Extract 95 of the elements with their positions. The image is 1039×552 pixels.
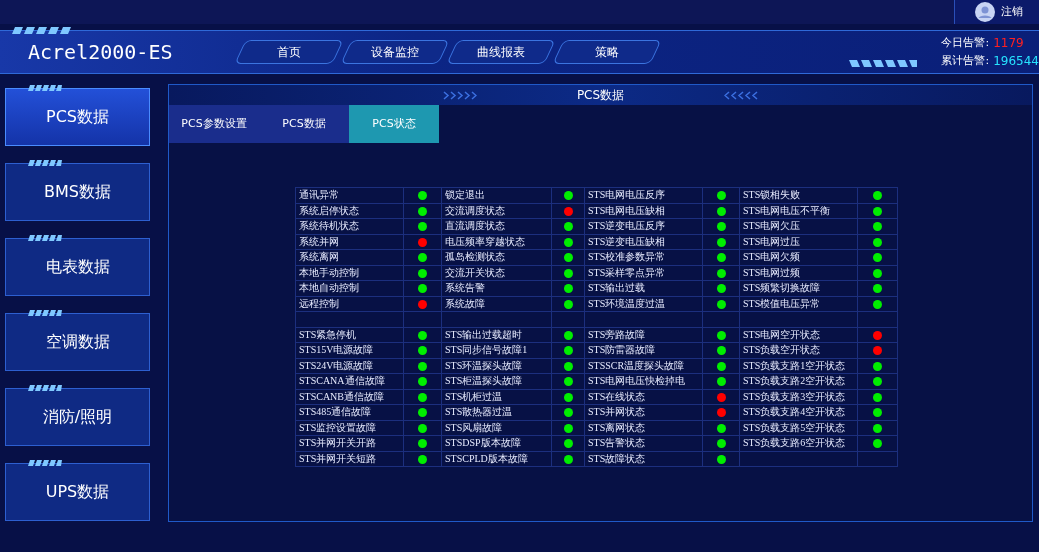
status-label: STSDSP版本故障 (445, 437, 521, 449)
status-label: STS告警状态 (588, 437, 646, 449)
sidebar-item[interactable]: 消防/照明 (5, 388, 150, 446)
chevrons-icon (724, 90, 759, 100)
status-label: STS并网状态 (588, 406, 646, 418)
tab[interactable]: PCS参数设置 (169, 105, 259, 143)
status-label: STS电网过压 (743, 235, 801, 247)
status-label: 系统并网 (299, 235, 339, 247)
stripes-icon (28, 85, 62, 91)
user-avatar-icon[interactable] (975, 2, 995, 22)
status-label: 交流调度状态 (445, 204, 505, 216)
status-label: STS同步信号故障1 (445, 344, 528, 356)
sidebar-item[interactable]: BMS数据 (5, 163, 150, 221)
status-label: 系统待机状态 (299, 220, 359, 232)
status-label: STS防雷器故障 (588, 344, 656, 356)
alarm-label: 累计告警: (941, 53, 990, 69)
status-label: STS输出过载超时 (445, 328, 523, 340)
status-label: 系统启停状态 (299, 204, 359, 216)
status-label: STS环温探头故障 (445, 359, 523, 371)
tab[interactable]: PCS数据 (259, 105, 349, 143)
status-label: STS电网欠频 (743, 251, 801, 263)
logout-link[interactable]: 注销 (1001, 3, 1023, 21)
sidebar-item[interactable]: 电表数据 (5, 238, 150, 296)
status-label: 直流调度状态 (445, 220, 505, 232)
sidebar-item[interactable]: 空调数据 (5, 313, 150, 371)
status-label: STS采样零点异常 (588, 266, 666, 278)
status-label: STS负载支路5空开状态 (743, 421, 846, 433)
status-label: 本地自动控制 (299, 282, 359, 294)
status-label: STSSCR温度探头故障 (588, 359, 685, 371)
app-title: Acrel2000-ES (27, 39, 174, 66)
status-label: STS离网状态 (588, 421, 646, 433)
status-label: STS并网开关开路 (299, 437, 377, 449)
status-label: STS负载支路2空开状态 (743, 375, 846, 387)
status-label: STS旁路故障 (588, 328, 646, 340)
status-label: 系统告警 (445, 282, 485, 294)
alarm-label: 今日告警: (941, 35, 990, 51)
status-label: STS机柜过温 (445, 390, 503, 402)
status-label: STS风扇故障 (445, 421, 503, 433)
status-label: STS负载支路1空开状态 (743, 359, 846, 371)
status-label: STS电网电压缺相 (588, 204, 666, 216)
status-label: STSCANA通信故障 (299, 375, 385, 387)
status-label: STS校准参数异常 (588, 251, 666, 263)
status-label: STS柜温探头故障 (445, 375, 523, 387)
status-label: STS15V电源故障 (299, 344, 374, 356)
status-label: STS并网开关短路 (299, 452, 377, 464)
status-label: STS频繁切换故障 (743, 282, 821, 294)
status-label: STS模值电压异常 (743, 297, 821, 309)
alarm-count: 196544 (993, 53, 1039, 70)
status-label: STS485通信故障 (299, 406, 372, 418)
nav-tab[interactable]: 策略 (552, 40, 662, 64)
status-label: STS电网电压反序 (588, 189, 666, 201)
status-label: 电压频率穿越状态 (445, 235, 525, 247)
status-label: 孤岛检测状态 (445, 251, 505, 263)
status-label: STS散热器过温 (445, 406, 513, 418)
status-label: 系统离网 (299, 251, 339, 263)
status-label: STS监控设置故障 (299, 421, 377, 433)
nav-tab[interactable]: 设备监控 (340, 40, 450, 64)
stripes-icon (28, 235, 62, 241)
stripes-icon (28, 460, 62, 466)
status-label: STS负载支路4空开状态 (743, 406, 846, 418)
status-label: 通讯异常 (299, 189, 339, 201)
chevrons-icon (442, 90, 477, 100)
status-label: STS负载空开状态 (743, 344, 821, 356)
sidebar-item[interactable]: PCS数据 (5, 88, 150, 146)
status-label: STS逆变电压缺相 (588, 235, 666, 247)
stripes-icon (28, 310, 62, 316)
status-label: 锁定退出 (445, 189, 485, 201)
status-label: STS在线状态 (588, 390, 646, 402)
status-label: STS紧急停机 (299, 328, 357, 340)
status-label: STS负载支路3空开状态 (743, 390, 846, 402)
status-label: STS锁相失败 (743, 189, 801, 201)
status-label: STS24V电源故障 (299, 359, 374, 371)
status-label: 远程控制 (299, 297, 339, 309)
status-label: STS负载支路6空开状态 (743, 437, 846, 449)
stripes-icon (28, 160, 62, 166)
status-label: STS电网过频 (743, 266, 801, 278)
alarm-count: 1179 (993, 35, 1024, 52)
status-label: STS电网电压快检掉电 (588, 375, 686, 387)
status-label: STS输出过载 (588, 282, 646, 294)
stripes-icon (28, 385, 62, 391)
status-label: 系统故障 (445, 297, 485, 309)
stripes-icon (849, 59, 918, 67)
stripes-icon (12, 27, 72, 34)
status-label: STSCANB通信故障 (299, 390, 384, 402)
status-label: STS逆变电压反序 (588, 220, 666, 232)
sidebar-item[interactable]: UPS数据 (5, 463, 150, 521)
status-label: STS电网空开状态 (743, 328, 821, 340)
status-label: STS电网欠压 (743, 220, 801, 232)
status-label: 交流开关状态 (445, 266, 505, 278)
status-label: STS电网电压不平衡 (743, 204, 831, 216)
status-label: STSCPLD版本故障 (445, 452, 528, 464)
status-label: STS环境温度过温 (588, 297, 666, 309)
status-label: 本地手动控制 (299, 266, 359, 278)
panel-title: PCS数据 (576, 87, 625, 104)
status-label: STS故障状态 (588, 452, 646, 464)
